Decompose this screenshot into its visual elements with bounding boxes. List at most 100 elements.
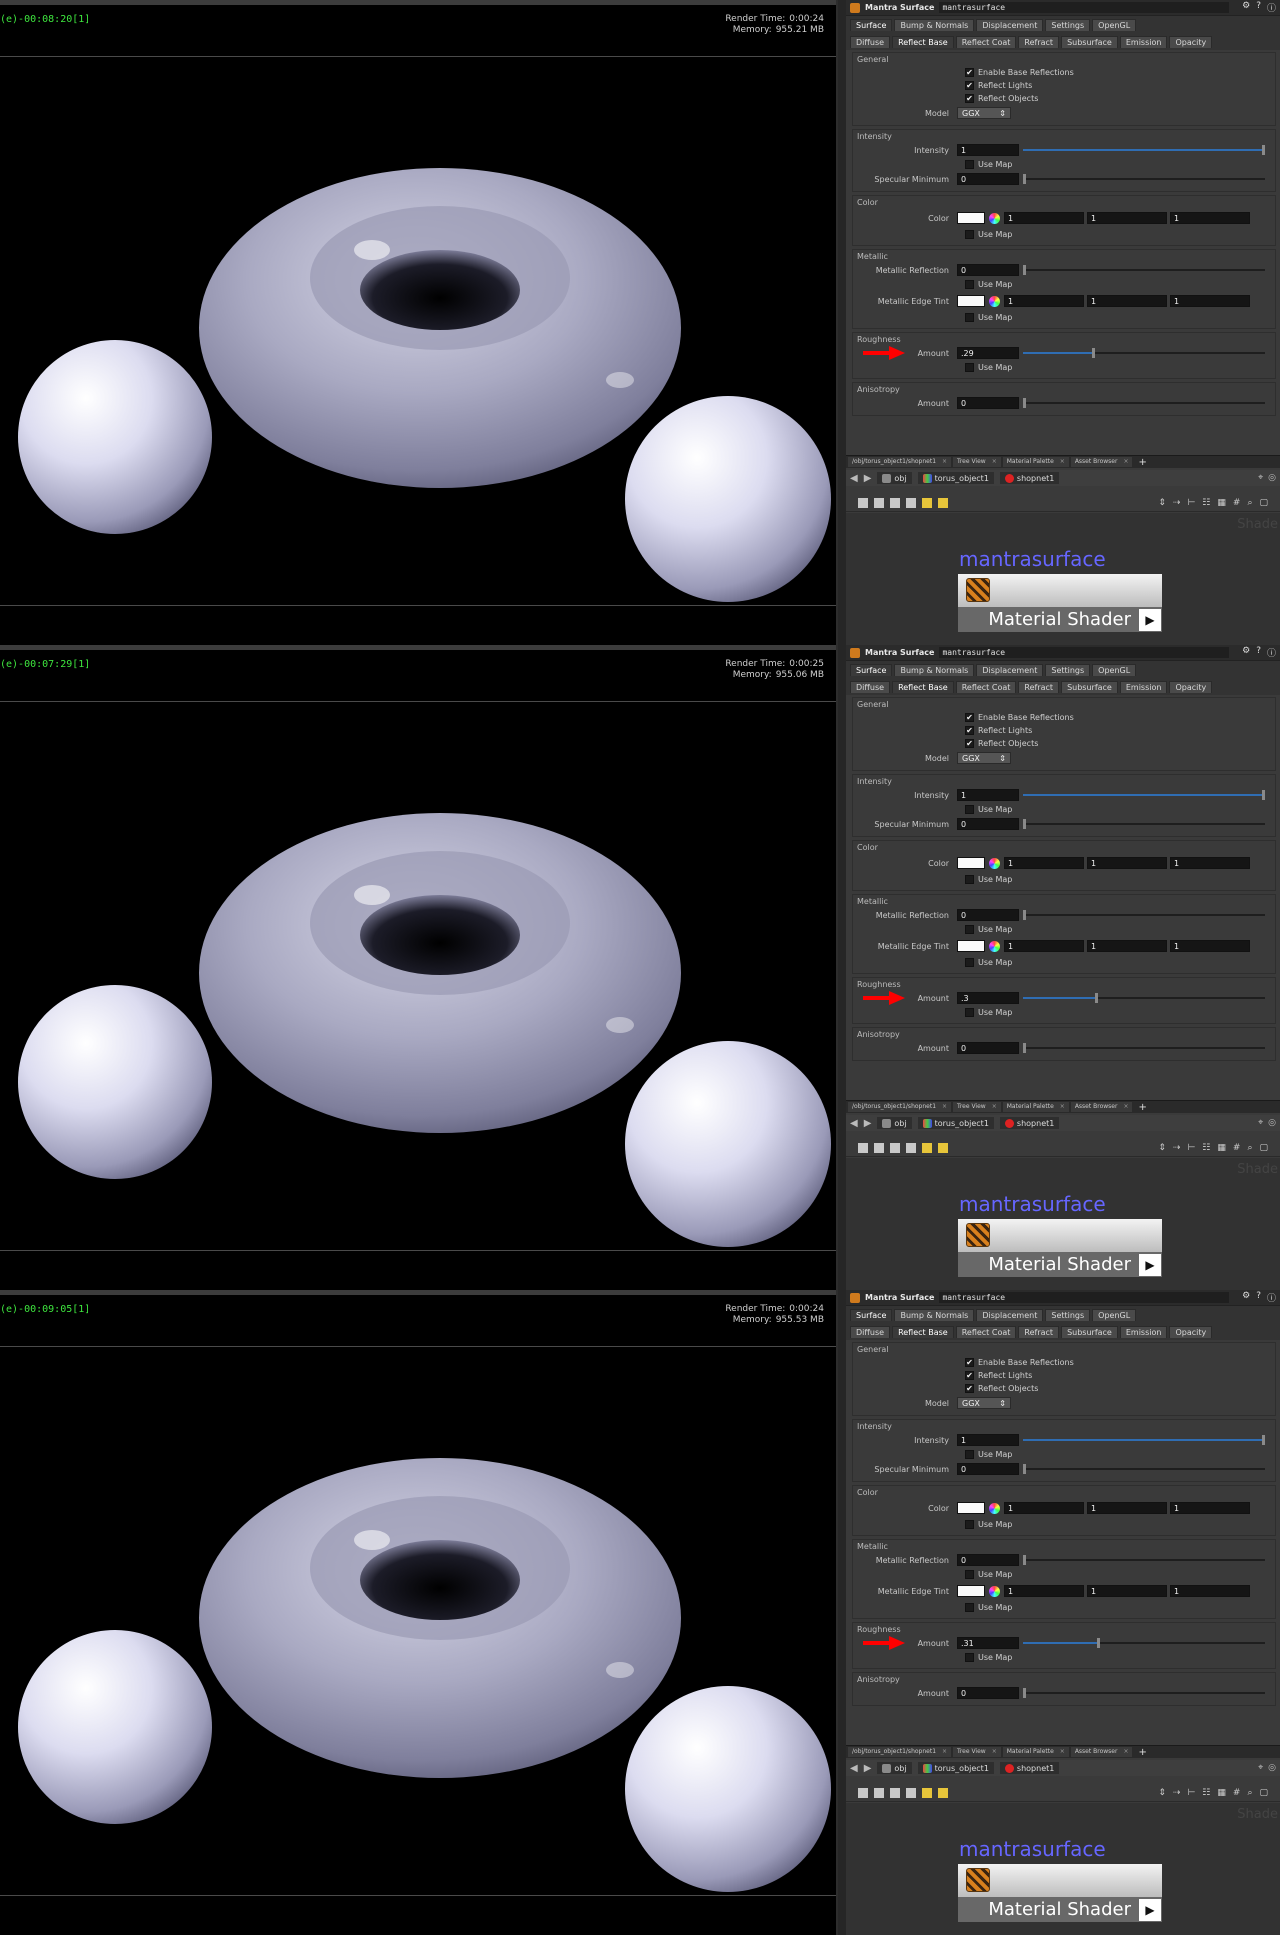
- intensity-use-map[interactable]: Use Map: [857, 158, 1271, 171]
- reflect-objects[interactable]: ✔ Reflect Objects: [857, 92, 1271, 105]
- note-icon[interactable]: [922, 1787, 932, 1798]
- align-icon[interactable]: ⊢: [1187, 1143, 1195, 1153]
- path-crumb-object[interactable]: torus_object1: [917, 472, 994, 484]
- tab-material-palette[interactable]: Material Palette ×: [1002, 1747, 1069, 1757]
- metallic-use-map[interactable]: Use Map: [857, 923, 1271, 936]
- close-icon[interactable]: ×: [1123, 457, 1128, 467]
- tree-icon[interactable]: ☷: [1202, 1788, 1210, 1798]
- enable-base-reflections[interactable]: ✔ Enable Base Reflections: [857, 711, 1271, 724]
- tree-icon[interactable]: ☷: [1202, 498, 1210, 508]
- list-icon[interactable]: [858, 1787, 868, 1798]
- grid-view-icon[interactable]: #: [1233, 1788, 1241, 1798]
- tab-refract[interactable]: Refract: [1018, 36, 1060, 48]
- roughness-amount-slider[interactable]: [1023, 348, 1265, 358]
- tab-opengl[interactable]: OpenGL: [1092, 19, 1137, 31]
- tab-refract[interactable]: Refract: [1018, 681, 1060, 693]
- close-icon[interactable]: ×: [942, 1747, 947, 1757]
- tab-opengl[interactable]: OpenGL: [1092, 664, 1137, 676]
- color-g-field[interactable]: 1: [1087, 1502, 1167, 1514]
- edge-tint-g-field[interactable]: 1: [1087, 1585, 1167, 1597]
- tab-emission[interactable]: Emission: [1119, 36, 1168, 48]
- parameter-list[interactable]: General ✔ Enable Base Reflections ✔ Reflec…: [852, 1342, 1276, 1740]
- tab-network-path[interactable]: /obj/torus_object1/shopnet1 ×: [848, 1747, 952, 1757]
- specular-minimum-field[interactable]: 0: [957, 173, 1019, 185]
- tab-settings[interactable]: Settings: [1045, 1309, 1091, 1321]
- checkbox[interactable]: [965, 1653, 974, 1662]
- tab-subsurface[interactable]: Subsurface: [1061, 1326, 1118, 1338]
- back-icon[interactable]: ◀: [850, 1763, 858, 1774]
- metallic-reflection-field[interactable]: 0: [957, 264, 1019, 276]
- link-icon[interactable]: ◎: [1268, 1118, 1276, 1128]
- color-swatch[interactable]: [957, 857, 985, 869]
- gear-icon[interactable]: ⚙: [1242, 646, 1250, 659]
- parameter-list[interactable]: General ✔ Enable Base Reflections ✔ Reflec…: [852, 697, 1276, 1095]
- list-icon[interactable]: [858, 1142, 868, 1153]
- tab-displacement[interactable]: Displacement: [976, 19, 1044, 31]
- color-b-field[interactable]: 1: [1170, 857, 1250, 869]
- color-wheel-icon[interactable]: [989, 940, 1000, 952]
- specular-minimum-slider[interactable]: [1023, 174, 1265, 184]
- metallic-use-map[interactable]: Use Map: [857, 1568, 1271, 1581]
- intensity-slider[interactable]: [1023, 790, 1265, 800]
- tab-asset-browser[interactable]: Asset Browser ×: [1070, 457, 1133, 467]
- fit-icon[interactable]: ▢: [1259, 1143, 1268, 1153]
- color-swatch[interactable]: [957, 1502, 985, 1514]
- tile-icon[interactable]: [906, 497, 916, 508]
- checkbox[interactable]: [965, 1008, 974, 1017]
- tab-reflect-base[interactable]: Reflect Base: [892, 1326, 954, 1338]
- reflect-lights[interactable]: ✔ Reflect Lights: [857, 79, 1271, 92]
- node-name-field[interactable]: mantrasurface: [939, 647, 1230, 658]
- tab-surface[interactable]: Surface: [850, 664, 893, 676]
- metallic-reflection-slider[interactable]: [1023, 1555, 1265, 1565]
- close-icon[interactable]: ×: [1060, 457, 1065, 467]
- align-icon[interactable]: ⊢: [1187, 498, 1195, 508]
- reflect-objects[interactable]: ✔ Reflect Objects: [857, 1382, 1271, 1395]
- color-swatch[interactable]: [957, 212, 985, 224]
- back-icon[interactable]: ◀: [850, 473, 858, 484]
- node-name-label[interactable]: mantrasurface: [959, 1837, 1106, 1861]
- back-icon[interactable]: ◀: [850, 1118, 858, 1129]
- intensity-slider[interactable]: [1023, 145, 1265, 155]
- edge-tint-use-map[interactable]: Use Map: [857, 956, 1271, 969]
- snap-icon[interactable]: ⇢: [1173, 498, 1181, 508]
- parameter-list[interactable]: General ✔ Enable Base Reflections ✔ Reflec…: [852, 52, 1276, 450]
- gear-icon[interactable]: ⚙: [1242, 1, 1250, 14]
- tab-material-palette[interactable]: Material Palette ×: [1002, 1102, 1069, 1112]
- tab-bump-normals[interactable]: Bump & Normals: [894, 664, 975, 676]
- color-b-field[interactable]: 1: [1170, 212, 1250, 224]
- tab-subsurface[interactable]: Subsurface: [1061, 681, 1118, 693]
- reflect-lights[interactable]: ✔ Reflect Lights: [857, 1369, 1271, 1382]
- intensity-slider[interactable]: [1023, 1435, 1265, 1445]
- close-icon[interactable]: ×: [1123, 1102, 1128, 1112]
- tile-icon[interactable]: [906, 1142, 916, 1153]
- grid-view-icon[interactable]: #: [1233, 1143, 1241, 1153]
- roughness-amount-field[interactable]: .3: [957, 992, 1019, 1004]
- play-icon[interactable]: ▶: [1139, 1253, 1161, 1276]
- color-use-map[interactable]: Use Map: [857, 1518, 1271, 1531]
- render-viewport[interactable]: (e)-00:08:20[1] Render Time: 0:00:24 Memo…: [0, 0, 838, 645]
- color-b-field[interactable]: 1: [1170, 1502, 1250, 1514]
- metallic-reflection-field[interactable]: 0: [957, 909, 1019, 921]
- add-tab-icon[interactable]: +: [1138, 457, 1146, 468]
- tile-icon[interactable]: [906, 1787, 916, 1798]
- note-icon[interactable]: [922, 497, 932, 508]
- checkbox[interactable]: [965, 230, 974, 239]
- network-view[interactable]: Shade mantrasurface Material Shader ▶: [846, 1158, 1280, 1290]
- help-icon[interactable]: ?: [1256, 646, 1261, 659]
- path-crumb-shopnet[interactable]: shopnet1: [999, 1117, 1060, 1129]
- color-g-field[interactable]: 1: [1087, 857, 1167, 869]
- edge-tint-b-field[interactable]: 1: [1170, 1585, 1250, 1597]
- tab-diffuse[interactable]: Diffuse: [850, 1326, 891, 1338]
- path-crumb-object[interactable]: torus_object1: [917, 1762, 994, 1774]
- specular-minimum-slider[interactable]: [1023, 819, 1265, 829]
- close-icon[interactable]: ×: [942, 457, 947, 467]
- link-icon[interactable]: ◎: [1268, 473, 1276, 483]
- roughness-use-map[interactable]: Use Map: [857, 1006, 1271, 1019]
- grid-icon[interactable]: [874, 1142, 884, 1153]
- tab-asset-browser[interactable]: Asset Browser ×: [1070, 1747, 1133, 1757]
- sort-icon[interactable]: ⇕: [1158, 1788, 1166, 1798]
- path-crumb-obj[interactable]: obj: [877, 472, 912, 484]
- note-icon[interactable]: [922, 1142, 932, 1153]
- checkbox[interactable]: [965, 160, 974, 169]
- list-icon[interactable]: [858, 497, 868, 508]
